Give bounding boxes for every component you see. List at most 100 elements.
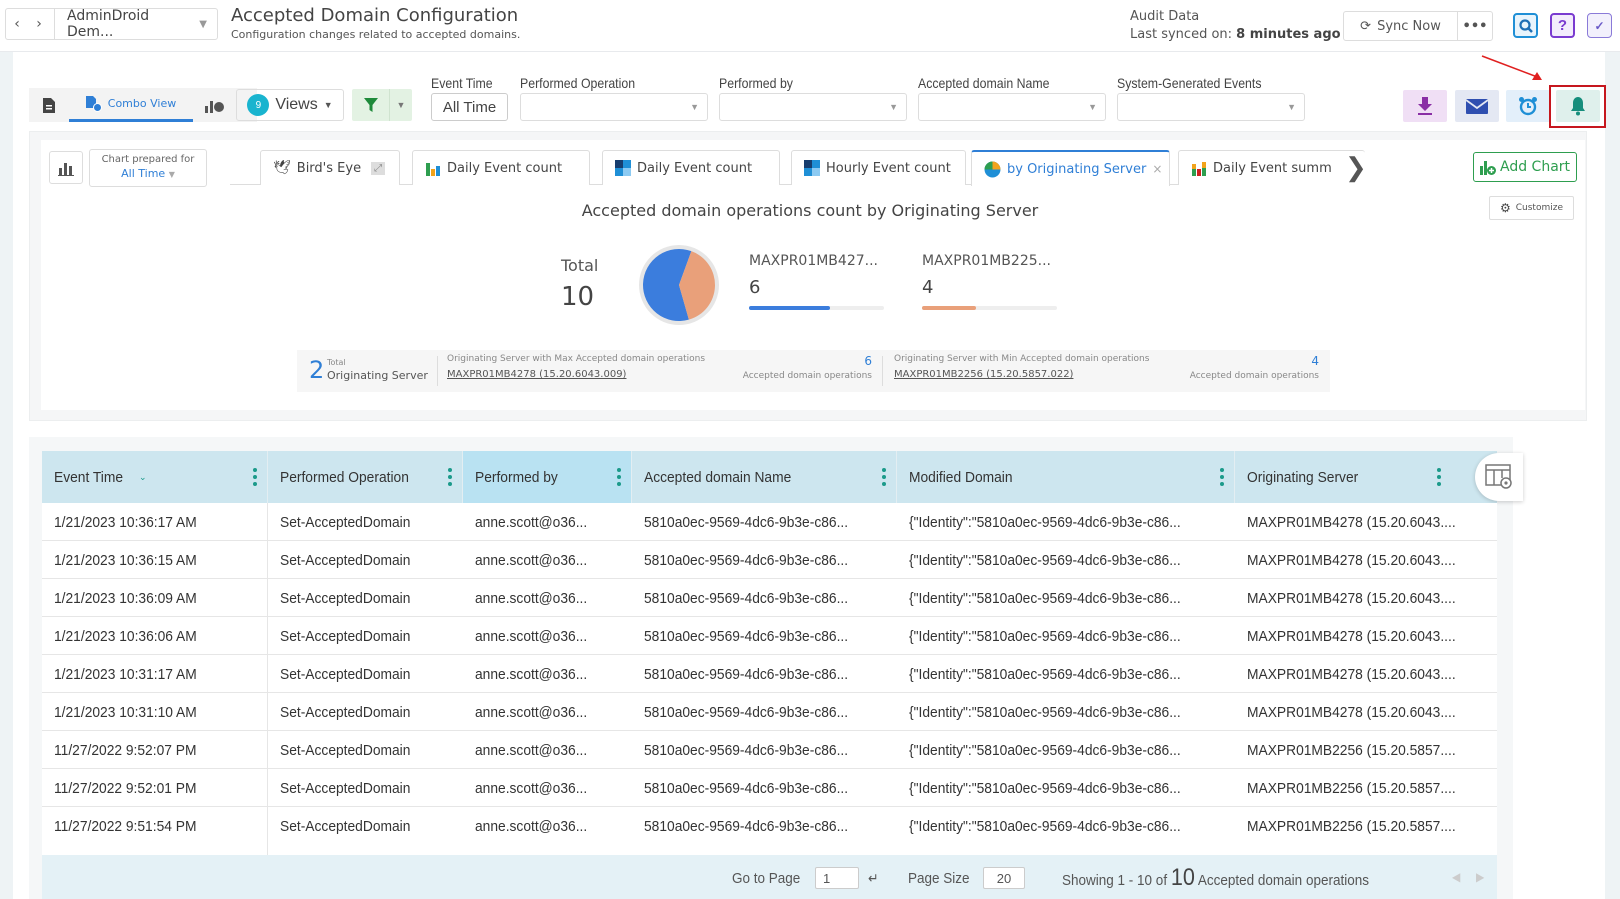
- view-mode-tabs: Combo View: [29, 88, 257, 122]
- pie-chart: [639, 245, 719, 325]
- min-server-value: 4: [1311, 354, 1319, 368]
- page-size-input[interactable]: 20: [983, 867, 1025, 889]
- sort-down-icon[interactable]: ⌄: [139, 472, 147, 483]
- header-label: Originating Server: [1247, 468, 1359, 486]
- accepted-domain-name-select[interactable]: ▼: [918, 93, 1106, 121]
- column-header-performed-by[interactable]: Performed by: [463, 451, 632, 503]
- filter-label-event-time: Event Time: [431, 75, 493, 91]
- performed-by-select[interactable]: ▼: [719, 93, 907, 121]
- email-button[interactable]: [1455, 90, 1499, 122]
- min-server-link[interactable]: MAXPR01MB2256 (15.20.5857.022): [894, 369, 1073, 380]
- status-check-icon[interactable]: ✓: [1587, 13, 1612, 38]
- column-menu-icon[interactable]: [253, 468, 257, 486]
- table-row[interactable]: 11/27/2022 9:51:54 PM Set-AcceptedDomain a…: [42, 807, 1497, 845]
- tab-hourly-event-count[interactable]: Hourly Event count: [791, 150, 966, 185]
- table-cell: MAXPR01MB4278 (15.20.6043....: [1235, 579, 1497, 617]
- legend-item-1[interactable]: MAXPR01MB225... 4: [922, 253, 1057, 310]
- column-menu-icon[interactable]: [1437, 468, 1441, 486]
- table-row[interactable]: 1/21/2023 10:31:17 AM Set-AcceptedDomain a…: [42, 655, 1497, 693]
- table-cell: {"Identity":"5810a0ec-9569-4dc6-9b3e-c86…: [897, 693, 1235, 731]
- cell-text: MAXPR01MB4278 (15.20.6043....: [1247, 627, 1456, 645]
- add-chart-button[interactable]: Add Chart: [1473, 152, 1577, 182]
- report-view-tab[interactable]: [29, 88, 69, 122]
- prepared-for-label: Chart prepared for: [101, 154, 195, 165]
- cell-text: 5810a0ec-9569-4dc6-9b3e-c86...: [644, 817, 849, 835]
- tenant-selector[interactable]: AdminDroid Dem...: [55, 8, 199, 40]
- tab-label: by Originating Server: [1007, 161, 1147, 177]
- help-icon[interactable]: ?: [1550, 13, 1575, 38]
- filter-dropdown-caret[interactable]: ▼: [390, 89, 412, 121]
- prepared-for-value: All Time: [121, 167, 166, 180]
- table-row[interactable]: 11/27/2022 9:52:01 PM Set-AcceptedDomain a…: [42, 769, 1497, 807]
- table-row[interactable]: 1/21/2023 10:36:17 AM Set-AcceptedDomain a…: [42, 503, 1497, 541]
- page-number-input[interactable]: 1: [815, 867, 859, 889]
- chart-view-tab[interactable]: [193, 88, 237, 122]
- table-row[interactable]: 1/21/2023 10:36:15 AM Set-AcceptedDomain a…: [42, 541, 1497, 579]
- column-header-performed-operation[interactable]: Performed Operation: [268, 451, 463, 503]
- tab-daily-event-summary[interactable]: Daily Event summ: [1178, 150, 1365, 185]
- column-header-accepted-domain-name[interactable]: Accepted domain Name: [632, 451, 897, 503]
- close-tab-icon[interactable]: ×: [1152, 162, 1162, 176]
- cell-text: Set-AcceptedDomain: [280, 513, 411, 531]
- combo-view-tab[interactable]: Combo View: [69, 88, 193, 122]
- table-row[interactable]: 1/21/2023 10:36:09 AM Set-AcceptedDomain a…: [42, 579, 1497, 617]
- max-server-link[interactable]: MAXPR01MB4278 (15.20.6043.009): [447, 369, 626, 380]
- annotation-arrow-icon: [1481, 55, 1542, 80]
- column-header-originating-server[interactable]: Originating Server: [1235, 451, 1497, 503]
- legend-item-0[interactable]: MAXPR01MB427... 6: [749, 253, 884, 310]
- performed-operation-select[interactable]: ▼: [520, 93, 708, 121]
- views-dropdown[interactable]: 9 Views ▼: [236, 89, 344, 121]
- tab-daily-event-count-heatmap[interactable]: Daily Event count: [602, 150, 780, 185]
- column-settings-button[interactable]: [1475, 453, 1523, 501]
- chart-type-button[interactable]: [49, 151, 83, 184]
- table-row[interactable]: 1/21/2023 10:31:10 AM Set-AcceptedDomain a…: [42, 693, 1497, 731]
- column-header-event-time[interactable]: Event Time ⌄: [42, 451, 268, 503]
- showing-text: Showing 1 - 10 of 10 Accepted domain ope…: [1062, 864, 1369, 892]
- export-button[interactable]: [1403, 90, 1447, 122]
- expand-icon[interactable]: ⤢: [371, 161, 386, 175]
- cell-text: Set-AcceptedDomain: [280, 741, 411, 759]
- search-icon[interactable]: [1513, 13, 1538, 38]
- tab-birds-eye[interactable]: 🕊 Bird's Eye ⤢: [260, 150, 400, 185]
- column-menu-icon[interactable]: [448, 468, 452, 486]
- chart-prepared-for[interactable]: Chart prepared for All Time ▼: [89, 149, 207, 187]
- more-options-button[interactable]: •••: [1458, 12, 1492, 40]
- cell-text: anne.scott@o36...: [475, 589, 588, 607]
- back-arrow-icon[interactable]: ‹: [6, 16, 28, 32]
- column-header-modified-domain[interactable]: Modified Domain: [897, 451, 1235, 503]
- right-scroll-gutter[interactable]: [1605, 52, 1620, 899]
- tab-daily-event-count[interactable]: Daily Event count: [412, 150, 590, 185]
- left-gutter: [0, 52, 13, 899]
- filter-label-performed-operation: Performed Operation: [520, 75, 636, 91]
- next-page-icon[interactable]: ▶: [1476, 870, 1484, 884]
- tab-by-originating-server[interactable]: by Originating Server ×: [971, 150, 1170, 186]
- system-generated-events-select[interactable]: ▼: [1117, 93, 1305, 121]
- chevron-right-icon[interactable]: ❯: [1345, 152, 1367, 183]
- filter-button[interactable]: [352, 89, 390, 121]
- table-row[interactable]: 11/27/2022 9:52:07 PM Set-AcceptedDomain a…: [42, 731, 1497, 769]
- table-cell: MAXPR01MB4278 (15.20.6043....: [1235, 655, 1497, 693]
- cell-text: {"Identity":"5810a0ec-9569-4dc6-9b3e-c86…: [909, 551, 1181, 569]
- table-row[interactable]: 1/21/2023 10:36:06 AM Set-AcceptedDomain a…: [42, 617, 1497, 655]
- prev-page-icon[interactable]: ◀: [1452, 870, 1460, 884]
- column-menu-icon[interactable]: [882, 468, 886, 486]
- table-cell: 11/27/2022 9:52:07 PM: [42, 731, 268, 769]
- cell-text: 5810a0ec-9569-4dc6-9b3e-c86...: [644, 779, 849, 797]
- chevron-down-icon[interactable]: ▼: [199, 19, 217, 30]
- column-menu-icon[interactable]: [1220, 468, 1224, 486]
- cell-text: {"Identity":"5810a0ec-9569-4dc6-9b3e-c86…: [909, 627, 1181, 645]
- cell-text: MAXPR01MB2256 (15.20.5857....: [1247, 741, 1456, 759]
- header-label: Event Time: [54, 468, 124, 486]
- sync-now-button[interactable]: ⟳ Sync Now: [1344, 12, 1458, 40]
- schedule-button[interactable]: [1506, 90, 1550, 122]
- column-menu-icon[interactable]: [617, 468, 621, 486]
- filter-button-group: ▼: [352, 89, 412, 121]
- table-cell: {"Identity":"5810a0ec-9569-4dc6-9b3e-c86…: [897, 617, 1235, 655]
- cell-text: Set-AcceptedDomain: [280, 779, 411, 797]
- tab-label: Daily Event summ: [1213, 160, 1332, 176]
- forward-arrow-icon[interactable]: ›: [28, 16, 50, 32]
- bar-chart-icon: [58, 162, 74, 176]
- audit-label: Audit Data: [1130, 9, 1200, 24]
- enter-icon[interactable]: ↵: [868, 870, 879, 887]
- event-time-filter[interactable]: All Time: [431, 93, 508, 121]
